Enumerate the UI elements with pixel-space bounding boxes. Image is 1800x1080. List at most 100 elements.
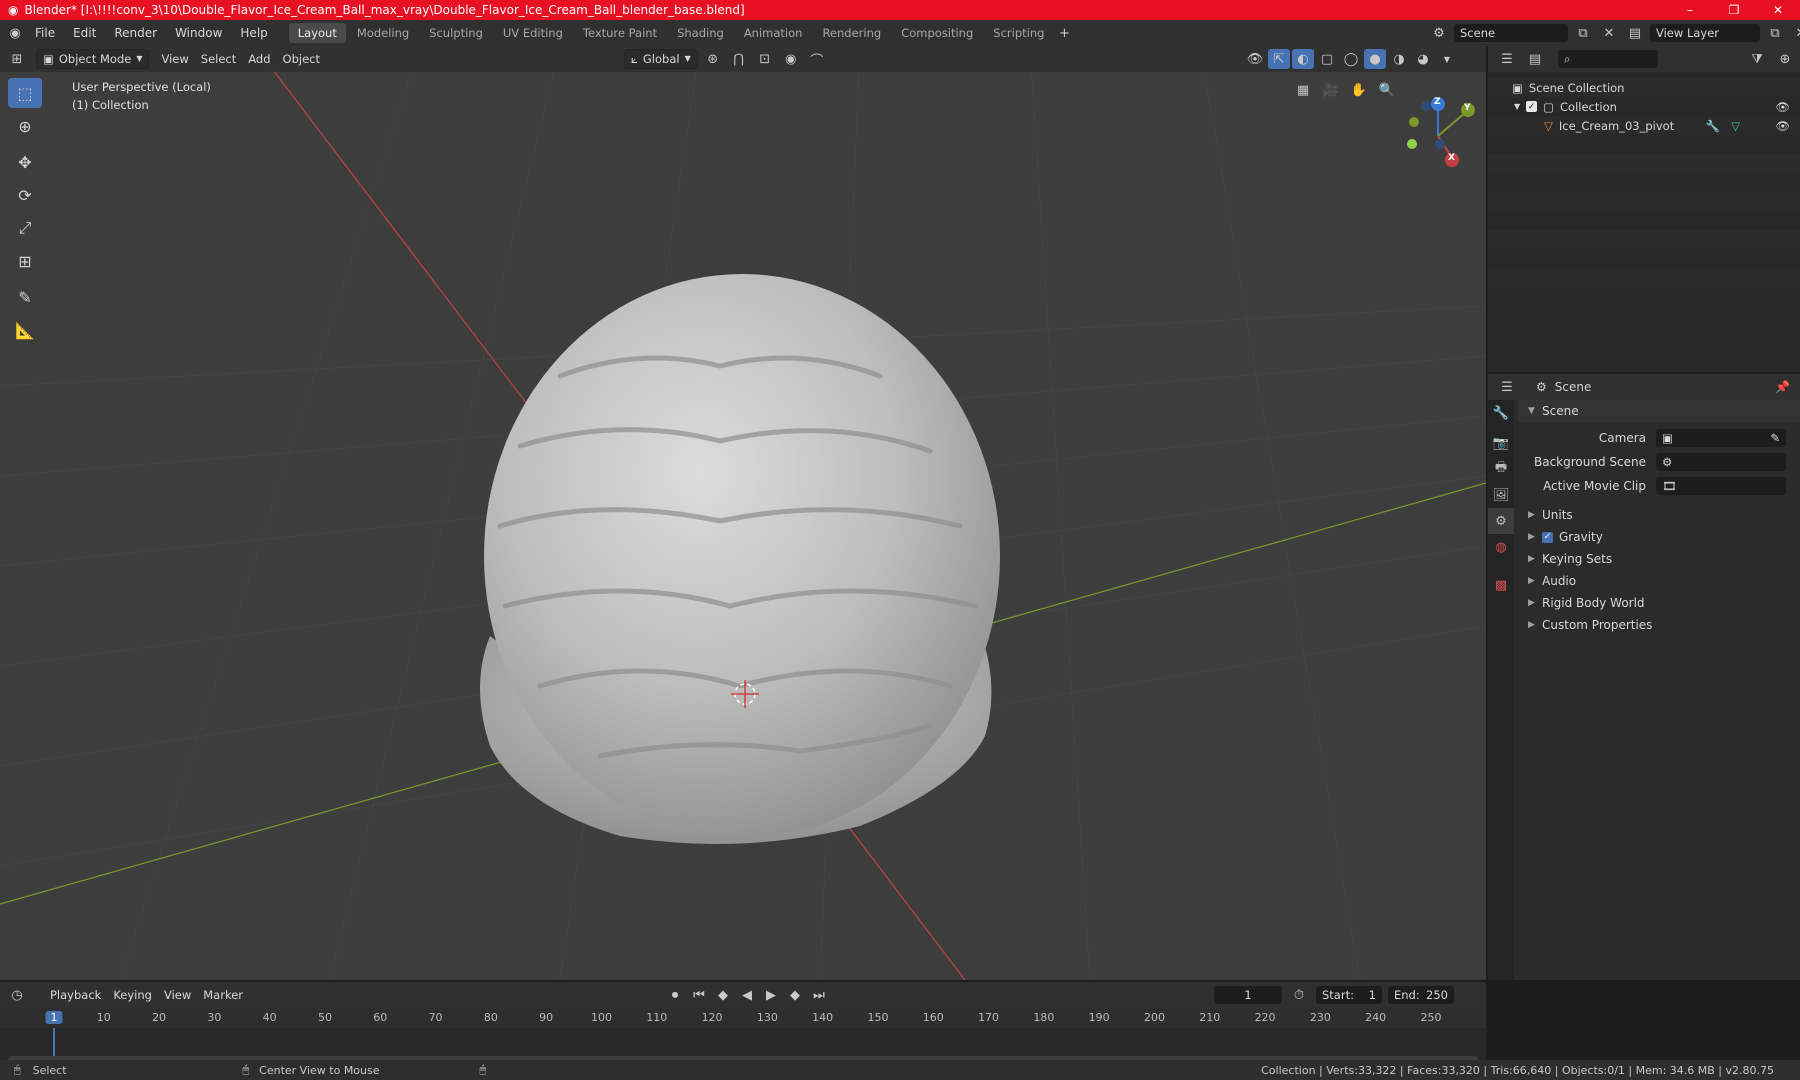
tab-compositing[interactable]: Compositing (892, 23, 982, 43)
tab-shading[interactable]: Shading (668, 23, 733, 43)
frame-ruler[interactable]: 1 10 20 30 40 50 60 70 80 90 100 110 120 130 140 150 160… (0, 1008, 1486, 1028)
jump-start-icon[interactable]: ⏮ (688, 985, 710, 1005)
viewport-menu-view[interactable]: View (155, 49, 194, 69)
eye-icon[interactable]: 👁 (1775, 100, 1790, 114)
pan-hand-icon[interactable]: ✋ (1348, 80, 1370, 100)
properties-editor-icon[interactable]: ☰ (1496, 377, 1518, 397)
transform-tool-icon[interactable]: ⊞ (8, 246, 42, 276)
expand-arrow-icon[interactable]: ▼ (1514, 102, 1520, 111)
scene-field[interactable]: Scene (1454, 24, 1568, 42)
outliner-row-collection[interactable]: ▼ ✓ ▢ Collection 👁 (1488, 97, 1800, 116)
select-box-tool-icon[interactable]: ⬚ (8, 78, 42, 108)
stopwatch-icon[interactable]: ⏱ (1288, 985, 1310, 1005)
visibility-icon[interactable]: 👁 (1244, 49, 1266, 69)
timeline-editor-icon[interactable]: ◷ (6, 985, 28, 1005)
view-layer-icon[interactable]: ▤ (1624, 23, 1646, 43)
rendered-shading-icon[interactable]: ◕ (1412, 49, 1434, 69)
outliner-row-scene-collection[interactable]: ▣ Scene Collection (1488, 78, 1800, 97)
overlay-toggle-icon[interactable]: ◐ (1292, 49, 1314, 69)
tab-scripting[interactable]: Scripting (984, 23, 1053, 43)
menu-render[interactable]: Render (105, 20, 166, 46)
start-frame-field[interactable]: Start: 1 (1316, 986, 1382, 1004)
delete-scene-icon[interactable]: ✕ (1598, 23, 1620, 43)
viewport-menu-add[interactable]: Add (242, 49, 276, 69)
snap-target-icon[interactable]: ⊡ (754, 49, 776, 69)
custom-properties-panel[interactable]: ▶ Custom Properties (1518, 614, 1800, 636)
material-shading-icon[interactable]: ◑ (1388, 49, 1410, 69)
play-icon[interactable]: ▶ (760, 985, 782, 1005)
prev-keyframe-icon[interactable]: ◆ (712, 985, 734, 1005)
units-panel[interactable]: ▶ Units (1518, 504, 1800, 526)
shading-options-icon[interactable]: ▼ (1436, 49, 1458, 69)
pivot-icon[interactable]: ⊛ (702, 49, 724, 69)
current-frame-field[interactable]: 1 (1214, 986, 1282, 1004)
ice-cream-ball[interactable] (484, 274, 1000, 838)
gravity-checkbox[interactable]: ✓ (1542, 531, 1553, 543)
tab-texture-paint[interactable]: Texture Paint (574, 23, 666, 43)
end-frame-field[interactable]: End: 250 (1388, 986, 1454, 1004)
tab-layout[interactable]: Layout (288, 23, 346, 43)
rotate-tool-icon[interactable]: ⟳ (8, 180, 42, 210)
transform-orientation-dropdown[interactable]: ⟀ Global ▼ (624, 49, 698, 69)
tab-animation[interactable]: Animation (735, 23, 812, 43)
playback-menu[interactable]: Playback (44, 985, 107, 1005)
zoom-icon[interactable]: 🔍 (1376, 80, 1398, 100)
tab-sculpting[interactable]: Sculpting (420, 23, 492, 43)
toggle-ortho-icon[interactable]: ▦ (1292, 80, 1314, 100)
keying-menu[interactable]: Keying (107, 985, 158, 1005)
solid-shading-icon[interactable]: ● (1364, 49, 1386, 69)
movie-clip-field[interactable]: 🎞 (1656, 477, 1786, 495)
3d-viewport[interactable]: Z Y X ⊞ ▣ Object Mode ▼ View Select Add … (0, 46, 1486, 980)
scene-panel-header[interactable]: ▼ Scene (1518, 400, 1800, 422)
timeline-view-menu[interactable]: View (158, 985, 197, 1005)
scene-tab-icon[interactable]: ⚙ (1488, 508, 1514, 534)
render-tab-icon[interactable]: 📷 (1488, 430, 1514, 456)
filter-icon[interactable]: ⧩ (1746, 49, 1768, 69)
new-collection-icon[interactable]: ⊕ (1774, 49, 1796, 69)
viewport-menu-object[interactable]: Object (277, 49, 326, 69)
camera-view-icon[interactable]: 🎥 (1320, 80, 1342, 100)
tool-tab-icon[interactable]: 🔧 (1488, 400, 1514, 426)
tab-modeling[interactable]: Modeling (348, 23, 418, 43)
scale-tool-icon[interactable]: ⤢ (8, 213, 42, 243)
eye-icon[interactable]: 👁 (1775, 119, 1790, 133)
keying-sets-panel[interactable]: ▶ Keying Sets (1518, 548, 1800, 570)
next-keyframe-icon[interactable]: ◆ (784, 985, 806, 1005)
texture-tab-icon[interactable]: ▩ (1488, 572, 1514, 598)
menu-file[interactable]: File (26, 20, 64, 46)
delete-view-layer-icon[interactable]: ✕ (1790, 23, 1800, 43)
maximize-button[interactable]: ❐ (1712, 0, 1756, 20)
pin-icon[interactable]: 📌 (1775, 380, 1790, 394)
snap-magnet-icon[interactable]: ⋂ (728, 49, 750, 69)
proportional-edit-icon[interactable]: ◉ (780, 49, 802, 69)
outliner-row-object[interactable]: ▽ Ice_Cream_03_pivot 🔧 ▽ 👁 (1488, 116, 1800, 135)
xray-icon[interactable]: ▢ (1316, 49, 1338, 69)
menu-edit[interactable]: Edit (64, 20, 105, 46)
scene-icon[interactable]: ⚙ (1428, 23, 1450, 43)
gizmo-toggle-icon[interactable]: ⇱ (1268, 49, 1290, 69)
display-mode-icon[interactable]: ▤ (1524, 49, 1546, 69)
menu-help[interactable]: Help (231, 20, 276, 46)
wireframe-shading-icon[interactable]: ◯ (1340, 49, 1362, 69)
marker-menu[interactable]: Marker (197, 985, 249, 1005)
modifier-wrench-icon[interactable]: 🔧 (1706, 119, 1720, 133)
move-tool-icon[interactable]: ✥ (8, 147, 42, 177)
new-view-layer-icon[interactable]: ⧉ (1764, 23, 1786, 43)
jump-end-icon[interactable]: ⏭ (808, 985, 830, 1005)
minimize-button[interactable]: – (1668, 0, 1712, 20)
collection-checkbox[interactable]: ✓ (1526, 101, 1538, 112)
outliner-search-input[interactable]: ⌕ (1558, 50, 1658, 68)
camera-field[interactable]: ▣ ✎ (1656, 429, 1786, 447)
editor-type-icon[interactable]: ⊞ (6, 49, 28, 69)
eyedropper-icon[interactable]: ✎ (1770, 431, 1780, 445)
object-mode-dropdown[interactable]: ▣ Object Mode ▼ (36, 49, 150, 69)
blender-menu-icon[interactable]: ◉ (4, 23, 26, 43)
add-workspace-icon[interactable]: + (1053, 23, 1075, 43)
mesh-data-icon[interactable]: ▽ (1731, 119, 1740, 133)
background-scene-field[interactable]: ⚙ (1656, 453, 1786, 471)
menu-window[interactable]: Window (166, 20, 231, 46)
new-scene-icon[interactable]: ⧉ (1572, 23, 1594, 43)
gravity-panel[interactable]: ▶ ✓ Gravity (1518, 526, 1800, 548)
view-layer-tab-icon[interactable]: 🖼 (1488, 482, 1514, 508)
audio-panel[interactable]: ▶ Audio (1518, 570, 1800, 592)
